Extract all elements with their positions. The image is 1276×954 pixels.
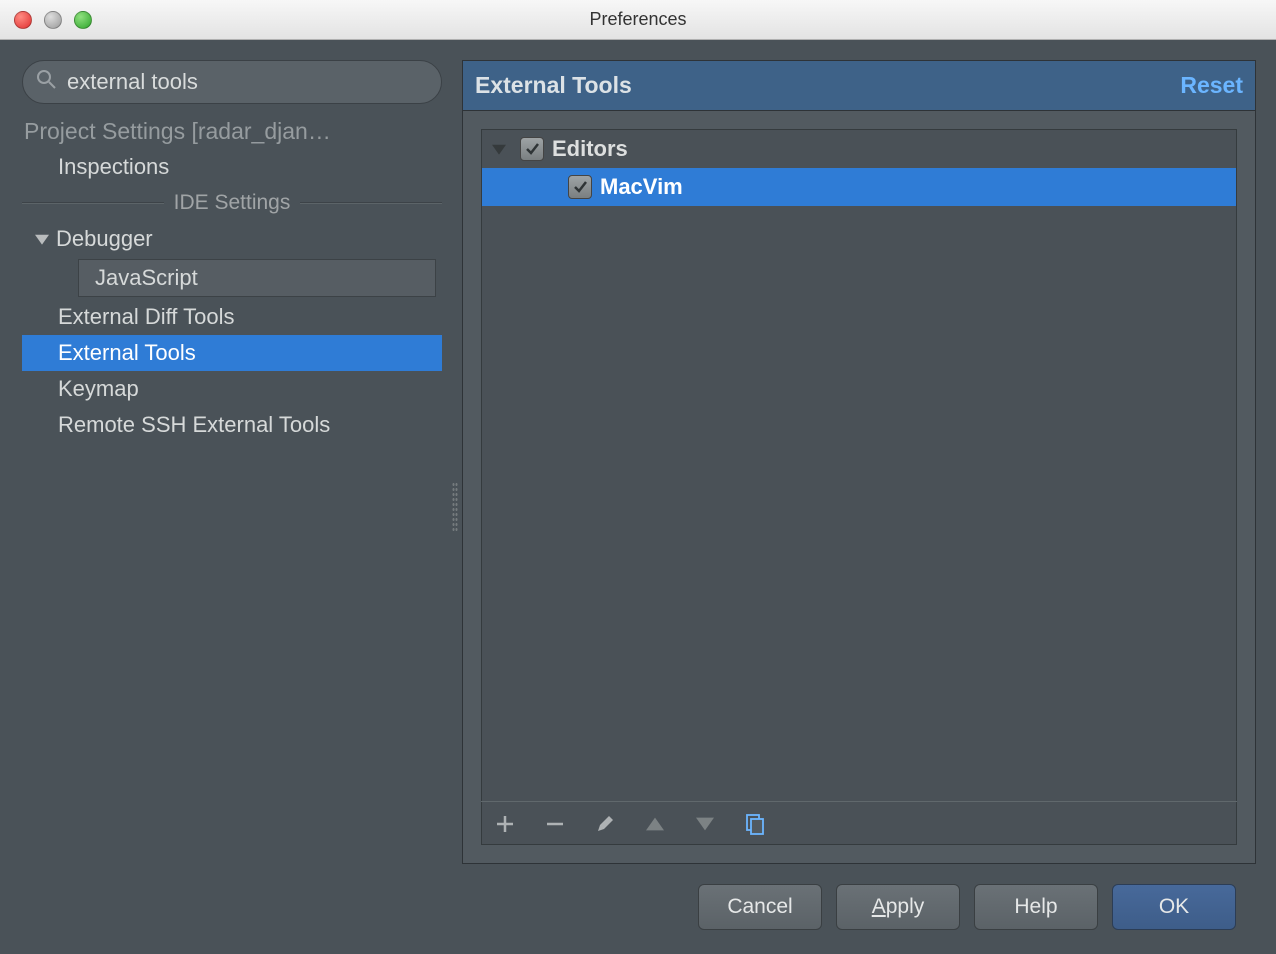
chevron-down-icon[interactable] [28,232,56,246]
cancel-button[interactable]: Cancel [698,884,822,930]
remove-icon[interactable] [543,812,567,836]
sidebar-item-inspections[interactable]: Inspections [22,149,442,185]
sidebar-item-external-tools[interactable]: External Tools [22,335,442,371]
sidebar-item-remote-ssh-external-tools[interactable]: Remote SSH External Tools [22,407,442,443]
tool-item-label: MacVim [600,174,683,200]
reset-link[interactable]: Reset [1180,72,1243,99]
sidebar-item-keymap[interactable]: Keymap [22,371,442,407]
help-button[interactable]: Help [974,884,1098,930]
close-window-button[interactable] [14,11,32,29]
add-icon[interactable] [493,812,517,836]
minimize-window-button[interactable] [44,11,62,29]
project-settings-heading: Project Settings [radar_djan… [22,114,442,149]
tool-group-label: Editors [552,136,628,162]
window-title: Preferences [589,9,686,30]
tool-group-editors[interactable]: Editors [482,130,1236,168]
ok-button[interactable]: OK [1112,884,1236,930]
tools-toolbar [481,801,1237,845]
dialog-buttons: Cancel Apply Help OK [462,864,1256,954]
edit-icon[interactable] [593,812,617,836]
tools-tree: Editors MacVim [481,129,1237,845]
tool-item-macvim[interactable]: MacVim [482,168,1236,206]
sidebar: Project Settings [radar_djan… Inspection… [0,60,450,954]
panel-body: Editors MacVim [462,110,1256,864]
copy-icon[interactable] [743,812,767,836]
zoom-window-button[interactable] [74,11,92,29]
titlebar: Preferences [0,0,1276,40]
splitter[interactable] [450,60,460,954]
sidebar-item-debugger[interactable]: Debugger [22,221,442,257]
move-down-icon[interactable] [693,812,717,836]
apply-button[interactable]: Apply [836,884,960,930]
window-controls [0,11,92,29]
search-input[interactable] [22,60,442,104]
chevron-down-icon[interactable] [492,136,512,162]
tool-checkbox[interactable] [568,175,592,199]
move-up-icon[interactable] [643,812,667,836]
sidebar-item-external-diff-tools[interactable]: External Diff Tools [22,299,442,335]
panel-header: External Tools Reset [462,60,1256,110]
sidebar-item-javascript[interactable]: JavaScript [78,259,436,297]
group-checkbox[interactable] [520,137,544,161]
panel-title: External Tools [475,72,632,99]
ide-settings-divider: IDE Settings [22,191,442,215]
